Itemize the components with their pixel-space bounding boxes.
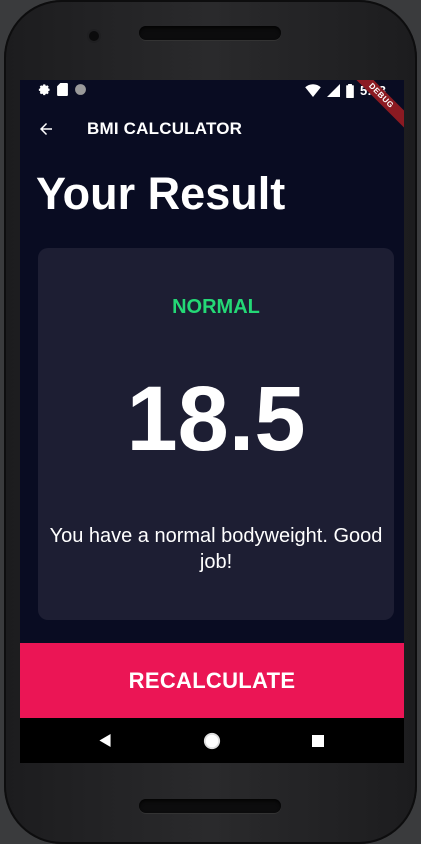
back-button[interactable] [21,104,71,154]
page-title: Your Result [36,168,286,219]
bmi-message: You have a normal bodyweight. Good job! [49,525,383,573]
nav-home-button[interactable] [182,718,242,763]
status-bar: 5:43 DEBUG [20,80,404,133]
app-bar: BMI CALCULATOR [20,104,404,154]
top-speaker [139,26,281,40]
nav-back-icon [99,734,111,747]
circle-icon [75,84,86,95]
phone-frame: 5:43 DEBUG BMI CALCULATOR Your Result NO… [4,0,417,844]
battery-icon [346,83,354,98]
gear-icon [38,84,50,96]
signal-icon [326,84,340,97]
bottom-speaker [139,799,281,813]
wifi-icon [305,84,321,97]
nav-recent-icon [312,734,324,747]
front-camera [89,31,99,41]
result-card: NORMAL 18.5 You have a normal bodyweight… [38,248,394,620]
nav-home-icon [203,732,221,749]
recalculate-label: RECALCULATE [128,667,296,693]
nav-recent-button[interactable] [288,718,348,763]
bmi-status: NORMAL [172,296,260,318]
bmi-value: 18.5 [126,368,306,470]
android-nav-bar [20,718,404,763]
back-arrow-icon [40,123,52,135]
app-title: BMI CALCULATOR [87,119,243,138]
nav-back-button[interactable] [75,718,135,763]
sd-card-icon [57,83,68,96]
screen: 5:43 DEBUG BMI CALCULATOR Your Result NO… [20,80,404,763]
recalculate-button[interactable]: RECALCULATE [20,643,404,718]
